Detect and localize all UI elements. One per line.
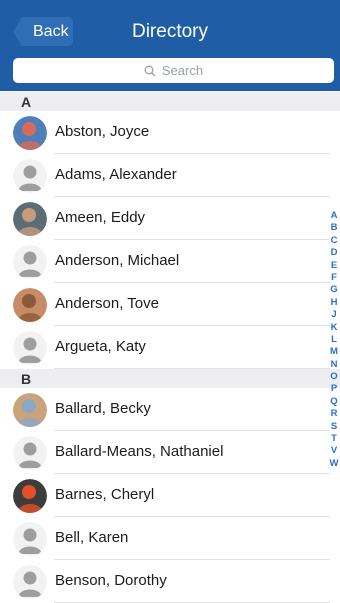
section-header-a: A: [0, 92, 340, 111]
contact-name: Ballard, Becky: [55, 400, 151, 417]
index-letter-s[interactable]: S: [327, 421, 340, 433]
section-header-b: B: [0, 369, 340, 388]
contact-name: Bell, Karen: [55, 529, 129, 546]
index-letter-k[interactable]: K: [327, 322, 340, 334]
index-letter-v[interactable]: V: [327, 445, 340, 457]
avatar: [13, 393, 47, 427]
contact-name: Benson, Dorothy: [55, 572, 167, 589]
index-letter-e[interactable]: E: [327, 260, 340, 272]
contact-row[interactable]: Anderson, Michael: [0, 240, 330, 283]
avatar: [13, 202, 47, 236]
contact-row[interactable]: Benson, Dorothy: [0, 560, 330, 603]
search-icon: [144, 65, 156, 76]
contact-row[interactable]: Barnes, Cheryl: [0, 474, 330, 517]
index-letter-n[interactable]: N: [327, 359, 340, 371]
index-letter-t[interactable]: T: [327, 433, 340, 445]
index-letter-f[interactable]: F: [327, 272, 340, 284]
avatar-placeholder-icon: [13, 159, 47, 193]
avatar: [13, 479, 47, 513]
contact-name: Argueta, Katy: [55, 338, 146, 355]
index-letter-h[interactable]: H: [327, 297, 340, 309]
contact-row[interactable]: Argueta, Katy: [0, 326, 330, 369]
index-letter-w[interactable]: W: [327, 458, 340, 470]
index-letter-p[interactable]: P: [327, 383, 340, 395]
contact-name: Abston, Joyce: [55, 123, 150, 140]
index-letter-d[interactable]: D: [327, 247, 340, 259]
alphabet-index[interactable]: ABCDEFGHJKLMNOPQRSTVW: [327, 210, 340, 470]
nav-header: Back Directory Search: [0, 0, 340, 91]
index-letter-l[interactable]: L: [327, 334, 340, 346]
search-input[interactable]: Search: [13, 58, 334, 83]
contact-row[interactable]: Ballard, Becky: [0, 388, 330, 431]
search-placeholder: Search: [161, 63, 204, 78]
avatar-placeholder-icon: [13, 565, 47, 599]
contact-row[interactable]: Adams, Alexander: [0, 154, 330, 197]
index-letter-b[interactable]: B: [327, 222, 340, 234]
avatar-placeholder-icon: [13, 522, 47, 556]
avatar-placeholder-icon: [13, 436, 47, 470]
section-label: B: [21, 371, 32, 387]
index-letter-a[interactable]: A: [327, 210, 340, 222]
index-letter-j[interactable]: J: [327, 309, 340, 321]
section-label: A: [21, 94, 32, 110]
contact-name: Ameen, Eddy: [55, 209, 146, 226]
index-letter-g[interactable]: G: [327, 284, 340, 296]
index-letter-c[interactable]: C: [327, 235, 340, 247]
index-letter-r[interactable]: R: [327, 408, 340, 420]
contact-name: Ballard-Means, Nathaniel: [55, 443, 224, 460]
contact-name: Anderson, Tove: [55, 295, 159, 312]
contact-name: Adams, Alexander: [55, 166, 177, 183]
avatar: [13, 288, 47, 322]
index-letter-o[interactable]: O: [327, 371, 340, 383]
index-letter-m[interactable]: M: [327, 346, 340, 358]
contact-row[interactable]: Ameen, Eddy: [0, 197, 330, 240]
avatar-placeholder-icon: [13, 245, 47, 279]
avatar: [13, 116, 47, 150]
contact-row[interactable]: Ballard-Means, Nathaniel: [0, 431, 330, 474]
avatar-placeholder-icon: [13, 331, 47, 365]
contact-name: Barnes, Cheryl: [55, 486, 155, 503]
contact-name: Anderson, Michael: [55, 252, 180, 269]
contact-row[interactable]: Abston, Joyce: [0, 111, 330, 154]
contact-row[interactable]: Anderson, Tove: [0, 283, 330, 326]
contact-row[interactable]: Bell, Karen: [0, 517, 330, 560]
index-letter-q[interactable]: Q: [327, 396, 340, 408]
page-title: Directory: [131, 21, 208, 42]
